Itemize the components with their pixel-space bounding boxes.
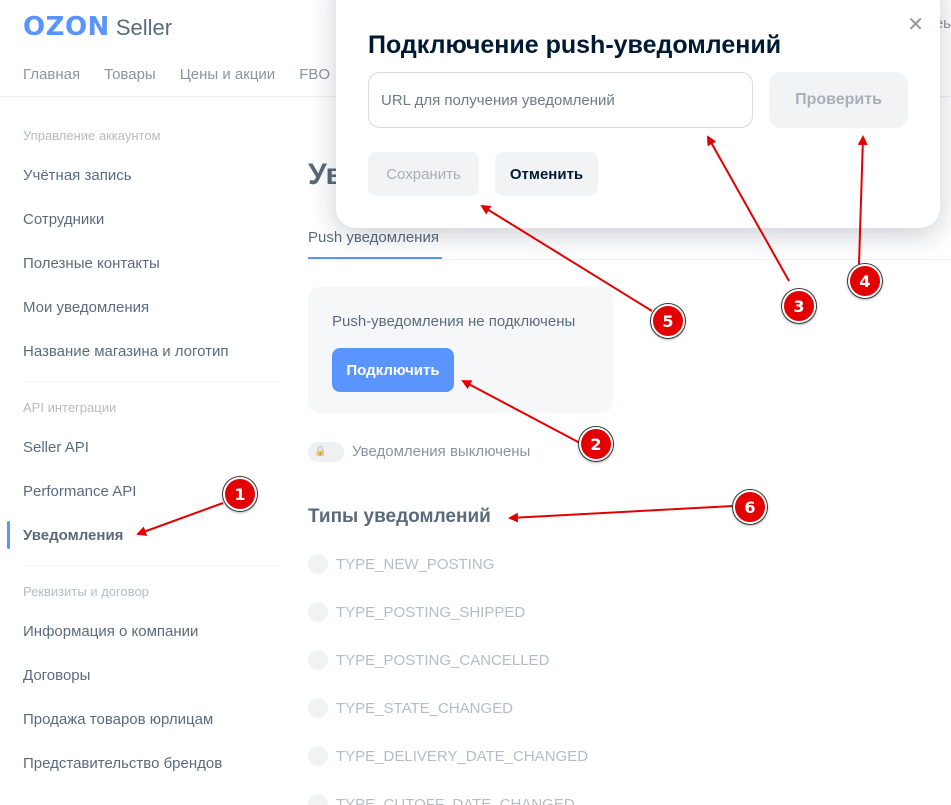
annotation-badge-2: 2 xyxy=(579,427,613,461)
annotation-badge-6: 6 xyxy=(733,490,767,524)
annotation-badge-4: 4 xyxy=(848,264,882,298)
annotation-badge-5: 5 xyxy=(651,304,685,338)
annotation-badge-3: 3 xyxy=(782,289,816,323)
url-input[interactable] xyxy=(368,72,753,128)
modal-title: Подключение push-уведомлений xyxy=(368,31,782,59)
close-icon[interactable]: ✕ xyxy=(907,12,924,37)
annotation-badge-1: 1 xyxy=(223,477,257,511)
save-button[interactable]: Сохранить xyxy=(368,152,479,196)
push-connect-modal: ✕ Подключение push-уведомлений Проверить… xyxy=(336,0,940,228)
check-button[interactable]: Проверить xyxy=(769,72,908,128)
cancel-button[interactable]: Отменить xyxy=(495,152,598,196)
